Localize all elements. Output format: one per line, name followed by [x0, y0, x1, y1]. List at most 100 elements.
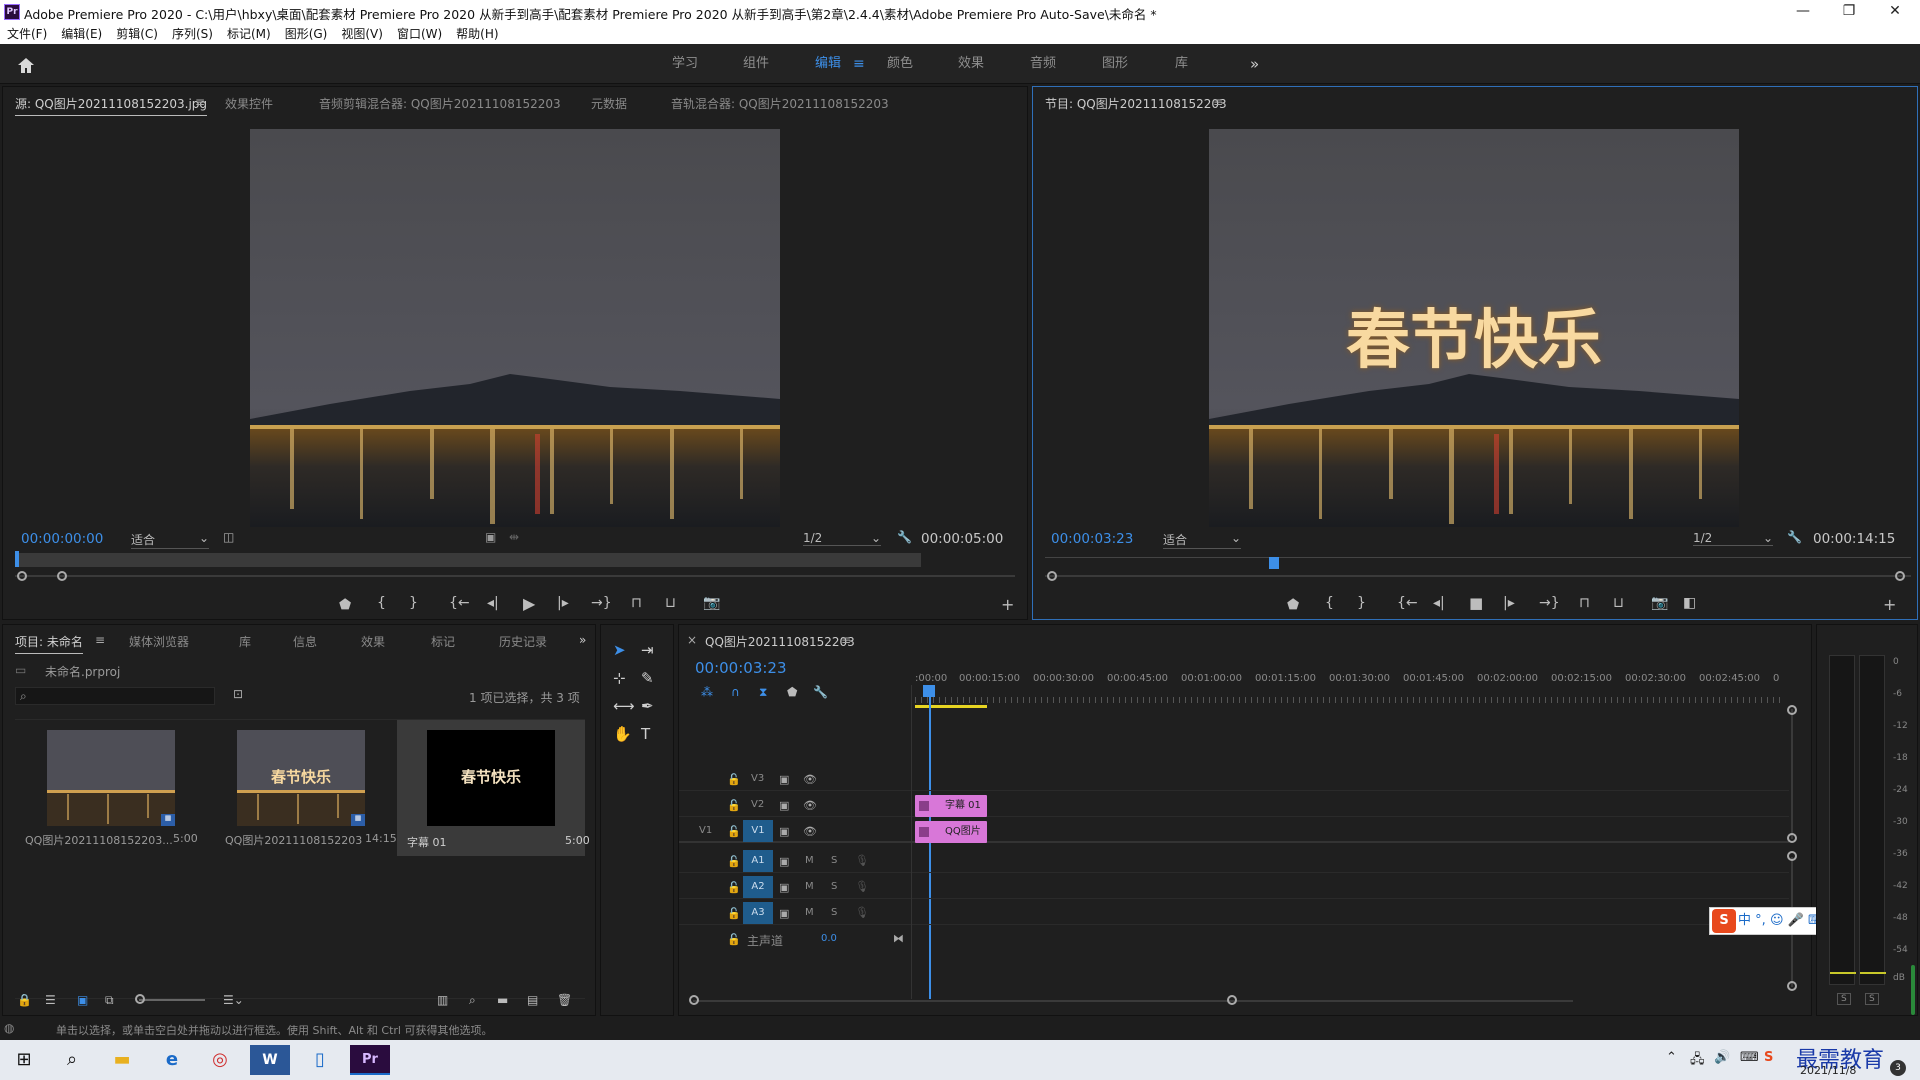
- program-playhead[interactable]: [1269, 557, 1279, 569]
- selection-tool-icon[interactable]: ➤: [613, 641, 626, 659]
- tab-menu-icon[interactable]: ≡: [841, 633, 851, 647]
- track-select-tool-icon[interactable]: ⇥: [641, 641, 654, 659]
- program-zoom-handle-left[interactable]: [1047, 571, 1057, 581]
- workspace-editing[interactable]: 编辑: [815, 44, 841, 84]
- tab-menu-icon[interactable]: ≡: [195, 95, 205, 109]
- windows-start-icon[interactable]: ⊞: [4, 1045, 44, 1075]
- track-target-a1[interactable]: A1: [743, 850, 773, 872]
- source-time-ruler[interactable]: [15, 553, 921, 567]
- sync-lock-icon[interactable]: ▣: [779, 907, 789, 920]
- tab-metadata[interactable]: 元数据: [591, 95, 627, 112]
- safe-margins-icon[interactable]: ◫: [223, 530, 234, 544]
- mark-in-icon[interactable]: {: [377, 595, 386, 611]
- drag-audio-icon[interactable]: ⇹: [509, 530, 519, 544]
- tab-menu-icon[interactable]: ≡: [1213, 95, 1223, 109]
- timeline-ruler[interactable]: :00:00 00:00:15:00 00:00:30:00 00:00:45:…: [915, 669, 1785, 709]
- panel-overflow-icon[interactable]: »: [579, 633, 586, 647]
- project-item[interactable]: 春节快乐 ▦ QQ图片20211108152203 14:15: [205, 724, 397, 852]
- export-frame-icon[interactable]: 📷: [703, 595, 720, 611]
- v-scroll-handle[interactable]: [1787, 705, 1797, 715]
- work-area-bar[interactable]: [915, 705, 987, 708]
- mark-out-icon[interactable]: }: [1357, 595, 1366, 611]
- network-icon[interactable]: 🖧: [1690, 1050, 1705, 1072]
- solo-button[interactable]: S: [831, 881, 837, 892]
- home-icon[interactable]: [16, 56, 36, 74]
- program-zoom-handle-right[interactable]: [1895, 571, 1905, 581]
- menu-view[interactable]: 视图(V): [334, 24, 390, 44]
- v-scroll-handle[interactable]: [1787, 981, 1797, 991]
- tab-sequence[interactable]: QQ图片20211108152203: [705, 633, 855, 650]
- workspace-effects[interactable]: 效果: [958, 44, 984, 84]
- project-item[interactable]: ▦ QQ图片20211108152203... 5:00: [15, 724, 203, 852]
- go-to-in-icon[interactable]: {←: [449, 595, 470, 611]
- find-icon[interactable]: ⌕: [469, 993, 476, 1008]
- compare-view-icon[interactable]: ◧: [1683, 595, 1696, 611]
- track-target-a3[interactable]: A3: [743, 902, 773, 924]
- go-to-out-icon[interactable]: →}: [1539, 595, 1560, 611]
- slip-tool-icon[interactable]: ⟷: [613, 697, 635, 715]
- microphone-icon[interactable]: 🎙: [855, 906, 869, 919]
- trash-icon[interactable]: 🗑: [557, 993, 572, 1007]
- wrench-icon[interactable]: 🔧: [897, 530, 912, 544]
- tab-source[interactable]: 源: QQ图片20211108152203.jpg: [15, 95, 208, 116]
- source-zoom-handle-left[interactable]: [17, 571, 27, 581]
- lock-icon[interactable]: 🔓: [727, 855, 741, 868]
- add-button-icon[interactable]: +: [1883, 595, 1896, 614]
- menu-help[interactable]: 帮助(H): [449, 24, 505, 44]
- clip-qq-image[interactable]: QQ图片: [915, 821, 987, 843]
- solo-button[interactable]: S: [831, 907, 837, 918]
- ime-tray-icon[interactable]: ⌨: [1740, 1050, 1759, 1065]
- workspace-libraries[interactable]: 库: [1175, 44, 1188, 84]
- microphone-icon[interactable]: 🎙: [855, 854, 869, 867]
- linked-selection-icon[interactable]: ⧗: [759, 685, 767, 700]
- workspace-color[interactable]: 颜色: [887, 44, 913, 84]
- step-forward-icon[interactable]: |▸: [1503, 595, 1515, 611]
- sort-icon[interactable]: ☰⌄: [223, 993, 244, 1007]
- mark-in-icon[interactable]: {: [1325, 595, 1334, 611]
- sync-lock-icon[interactable]: ▣: [779, 773, 789, 786]
- ime-item[interactable]: 中: [1738, 913, 1751, 928]
- sync-lock-icon[interactable]: ▣: [779, 825, 789, 838]
- tray-expand-icon[interactable]: ⌃: [1666, 1050, 1677, 1065]
- program-time-ruler[interactable]: [1045, 557, 1911, 558]
- clip-title-01[interactable]: 字幕 01: [915, 795, 987, 817]
- icon-view-icon[interactable]: ▣: [77, 993, 88, 1007]
- tab-menu-icon[interactable]: ≡: [95, 633, 105, 647]
- freeform-view-icon[interactable]: ⧉: [105, 993, 114, 1008]
- insert-icon[interactable]: ⊓: [631, 595, 642, 611]
- add-marker-icon[interactable]: ⬟: [339, 597, 351, 613]
- tab-project[interactable]: 项目: 未命名: [15, 633, 83, 654]
- program-video-frame[interactable]: 春节快乐: [1209, 129, 1739, 527]
- lock-icon[interactable]: 🔓: [727, 799, 741, 812]
- program-resolution-dropdown[interactable]: 1/2 ⌄: [1693, 531, 1773, 546]
- go-to-edit-point-icon[interactable]: ⧓: [893, 932, 904, 945]
- tab-history[interactable]: 历史记录: [499, 633, 547, 650]
- source-playhead[interactable]: [15, 551, 19, 567]
- workspace-assembly[interactable]: 组件: [743, 44, 769, 84]
- mute-button[interactable]: M: [805, 881, 814, 892]
- program-current-timecode[interactable]: 00:00:03:23: [1051, 531, 1133, 547]
- tab-audio-track-mixer[interactable]: 音轨混合器: QQ图片20211108152203: [671, 95, 889, 112]
- search-icon[interactable]: ⌕: [52, 1045, 92, 1075]
- menu-file[interactable]: 文件(F): [0, 24, 54, 44]
- h-scroll-handle-left[interactable]: [689, 995, 699, 1005]
- workspace-graphics[interactable]: 图形: [1102, 44, 1128, 84]
- go-to-out-icon[interactable]: →}: [591, 595, 612, 611]
- close-tab-icon[interactable]: ×: [687, 633, 697, 647]
- lock-icon[interactable]: 🔓: [727, 825, 741, 838]
- source-fit-dropdown[interactable]: 适合 ⌄: [131, 531, 209, 549]
- word-icon[interactable]: W: [250, 1045, 290, 1075]
- premiere-taskbar-icon[interactable]: Pr: [350, 1045, 390, 1075]
- stop-icon[interactable]: ■: [1469, 594, 1483, 612]
- menu-sequence[interactable]: 序列(S): [165, 24, 220, 44]
- source-patch-label[interactable]: V1: [699, 825, 712, 836]
- tab-media-browser[interactable]: 媒体浏览器: [129, 633, 189, 650]
- workspace-audio[interactable]: 音频: [1030, 44, 1056, 84]
- ime-item[interactable]: °,: [1755, 913, 1766, 928]
- mark-out-icon[interactable]: }: [409, 595, 418, 611]
- tab-markers[interactable]: 标记: [431, 633, 455, 650]
- add-marker-icon[interactable]: ⬟: [1287, 597, 1299, 613]
- track-target-a2[interactable]: A2: [743, 876, 773, 898]
- menu-clip[interactable]: 剪辑(C): [109, 24, 165, 44]
- tab-effects[interactable]: 效果: [361, 633, 385, 650]
